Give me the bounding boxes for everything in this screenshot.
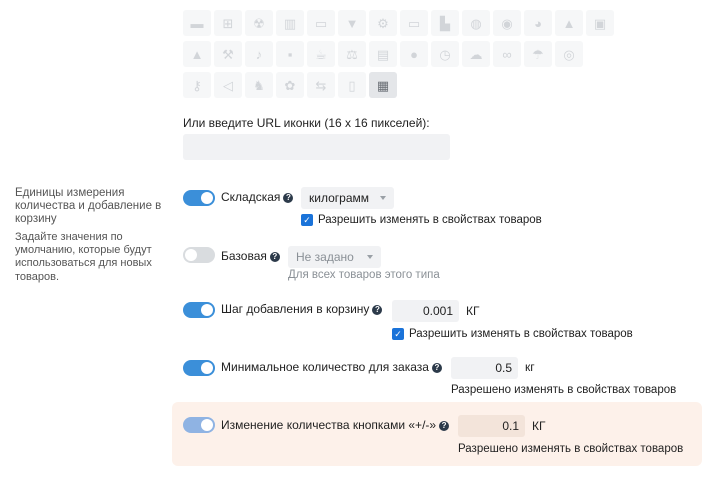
plusminus-unit: КГ: [532, 419, 546, 433]
cart-step-toggle[interactable]: [183, 302, 215, 318]
stock-allow-edit-checkbox[interactable]: ✓: [301, 214, 313, 226]
min-qty-label: Минимальное количество для заказа?: [221, 360, 442, 374]
cat-icon[interactable]: ♞: [245, 72, 273, 98]
guitar-icon[interactable]: ♪: [245, 41, 273, 67]
image-icon[interactable]: ▣: [586, 10, 614, 36]
base-unit-select-value: Не задано: [296, 250, 354, 264]
archive-icon[interactable]: ▤: [369, 41, 397, 67]
plusminus-input[interactable]: [458, 415, 525, 437]
book-icon[interactable]: ▥: [276, 10, 304, 36]
cloud-download-icon[interactable]: ☁: [462, 41, 490, 67]
warning-icon[interactable]: ▲: [183, 41, 211, 67]
min-qty-unit: кг: [525, 360, 535, 374]
spray-icon[interactable]: ▯: [338, 72, 366, 98]
help-icon[interactable]: ?: [372, 305, 383, 315]
umbrella-icon[interactable]: ☂: [524, 41, 552, 67]
stock-unit-select[interactable]: килограмм: [301, 187, 394, 209]
cart-step-allow-edit-label: Разрешить изменять в свойствах товаров: [409, 328, 633, 340]
radiation-icon[interactable]: ☢: [245, 10, 273, 36]
factory-icon[interactable]: ▙: [431, 10, 459, 36]
cart-step-label-text: Шаг добавления в корзину: [221, 302, 370, 316]
pin-icon[interactable]: ▬: [183, 10, 211, 36]
stock-allow-edit-row[interactable]: ✓ Разрешить изменять в свойствах товаров: [301, 214, 542, 226]
chevron-down-icon: [367, 255, 373, 259]
cart-step-label: Шаг добавления в корзину?: [221, 302, 383, 316]
base-unit-hint: Для всех товаров этого типа: [288, 269, 440, 281]
stock-unit-label-text: Складская: [221, 190, 281, 204]
toggle-knob: [201, 362, 213, 374]
stock-allow-edit-label: Разрешить изменять в свойствах товаров: [318, 214, 542, 226]
section-title: Единицы измерения количества и добавлени…: [15, 187, 162, 226]
min-qty-note: Разрешено изменять в свойствах товаров: [451, 384, 677, 396]
plusminus-highlight: [172, 402, 702, 466]
palette-icon[interactable]: ◕: [524, 10, 552, 36]
min-qty-input[interactable]: [451, 357, 518, 379]
monument-icon[interactable]: ▲: [555, 10, 583, 36]
floppy-icon[interactable]: ▪: [276, 41, 304, 67]
key-icon[interactable]: ⚷: [183, 72, 211, 98]
help-icon[interactable]: ?: [439, 421, 450, 431]
plusminus-label-text: Изменение количества кнопками «+/-»: [221, 418, 437, 432]
toggle-knob: [201, 304, 213, 316]
icon-grid: ▬ ⊞ ☢ ▥ ▭ ▼ ⚙ ▭ ▙ ◍ ◉ ◕ ▲ ▣ ▲ ⚒ ♪ ▪ ☕ ⚖ ▤ ● ◷ ☁ ∞ ☂ ◎ ⚷ ◁ ♞ ✿ ⇆ ▯ ▦: [183, 10, 683, 103]
cart-step-input[interactable]: [392, 300, 459, 322]
icon-grid-row: ▲ ⚒ ♪ ▪ ☕ ⚖ ▤ ● ◷ ☁ ∞ ☂ ◎: [183, 41, 683, 67]
help-icon[interactable]: ?: [283, 193, 294, 203]
glasses-icon[interactable]: ∞: [493, 41, 521, 67]
paw-icon[interactable]: ✿: [276, 72, 304, 98]
min-qty-toggle[interactable]: [183, 360, 215, 376]
icon-grid-row: ▬ ⊞ ☢ ▥ ▭ ▼ ⚙ ▭ ▙ ◍ ◉ ◕ ▲ ▣: [183, 10, 683, 36]
toggle-knob: [185, 249, 197, 261]
monitor-icon[interactable]: ▭: [307, 10, 335, 36]
toggle-knob: [201, 192, 213, 204]
chat-icon[interactable]: ◉: [493, 10, 521, 36]
cart-step-allow-edit-checkbox[interactable]: ✓: [392, 328, 404, 340]
help-icon[interactable]: ?: [431, 363, 442, 373]
clock-icon[interactable]: ◷: [431, 41, 459, 67]
coffee-icon[interactable]: ☕: [307, 41, 335, 67]
section-description: Задайте значения по умолчанию, которые б…: [15, 231, 152, 283]
gift-icon[interactable]: ⊞: [214, 10, 242, 36]
gavel-icon[interactable]: ⚖: [338, 41, 366, 67]
bag-icon[interactable]: ◍: [462, 10, 490, 36]
base-unit-toggle[interactable]: [183, 247, 215, 263]
fish-icon[interactable]: ◁: [214, 72, 242, 98]
laptop-icon[interactable]: ▭: [400, 10, 428, 36]
base-unit-label-text: Базовая: [221, 249, 267, 263]
toggle-knob: [201, 419, 213, 431]
gamepad-icon[interactable]: ◎: [555, 41, 583, 67]
usb-icon[interactable]: ⇆: [307, 72, 335, 98]
cart-step-unit: КГ: [466, 304, 480, 318]
hammer-icon[interactable]: ⚒: [214, 41, 242, 67]
bulb-icon[interactable]: ●: [400, 41, 428, 67]
plusminus-label: Изменение количества кнопками «+/-»?: [221, 418, 450, 432]
icon-grid-row: ⚷ ◁ ♞ ✿ ⇆ ▯ ▦: [183, 72, 683, 98]
stock-unit-label: Складская?: [221, 190, 294, 204]
chevron-down-icon: [380, 196, 386, 200]
base-unit-select[interactable]: Не задано: [288, 246, 381, 268]
cart-step-allow-edit-row[interactable]: ✓ Разрешить изменять в свойствах товаров: [392, 328, 633, 340]
min-qty-label-text: Минимальное количество для заказа: [221, 360, 429, 374]
stock-unit-toggle[interactable]: [183, 190, 215, 206]
gear-icon[interactable]: ⚙: [369, 10, 397, 36]
shirt-icon[interactable]: ▼: [338, 10, 366, 36]
icon-url-label: Или введите URL иконки (16 x 16 пикселей…: [183, 116, 430, 130]
stock-unit-select-value: килограмм: [309, 191, 369, 205]
plusminus-note: Разрешено изменять в свойствах товаров: [458, 443, 684, 455]
plusminus-toggle[interactable]: [183, 417, 215, 433]
base-unit-label: Базовая?: [221, 249, 280, 263]
help-icon[interactable]: ?: [269, 252, 280, 262]
box-icon[interactable]: ▦: [369, 72, 397, 98]
icon-url-input[interactable]: [183, 134, 450, 160]
